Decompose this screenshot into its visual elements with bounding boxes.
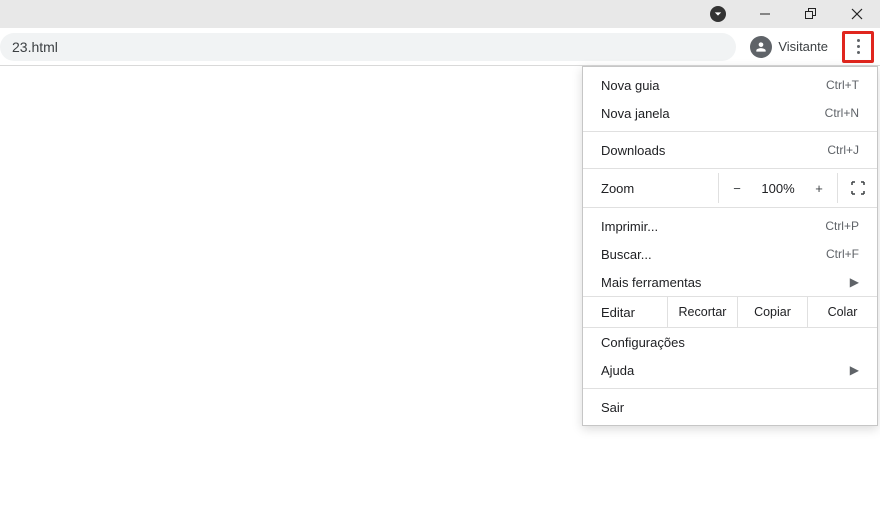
- minimize-button[interactable]: [742, 0, 788, 28]
- menu-separator: [583, 131, 877, 132]
- menu-downloads[interactable]: Downloads Ctrl+J: [583, 136, 877, 164]
- menu-item-shortcut: Ctrl+F: [826, 247, 859, 261]
- menu-exit[interactable]: Sair: [583, 393, 877, 421]
- menu-print[interactable]: Imprimir... Ctrl+P: [583, 212, 877, 240]
- media-control-button[interactable]: [704, 6, 732, 22]
- menu-item-label: Mais ferramentas: [601, 275, 701, 290]
- menu-separator: [583, 168, 877, 169]
- menu-item-label: Ajuda: [601, 363, 634, 378]
- menu-edit-row: Editar Recortar Copiar Colar: [583, 296, 877, 328]
- submenu-arrow-icon: ▶: [850, 275, 859, 289]
- fullscreen-icon: [851, 181, 865, 195]
- profile-label: Visitante: [778, 39, 828, 54]
- menu-item-label: Downloads: [601, 143, 665, 158]
- menu-item-label: Nova guia: [601, 78, 660, 93]
- zoom-label: Zoom: [601, 181, 718, 196]
- menu-item-shortcut: Ctrl+T: [826, 78, 859, 92]
- menu-new-window[interactable]: Nova janela Ctrl+N: [583, 99, 877, 127]
- menu-item-label: Imprimir...: [601, 219, 658, 234]
- cut-button[interactable]: Recortar: [667, 297, 737, 327]
- media-down-icon: [710, 6, 726, 22]
- menu-separator: [583, 207, 877, 208]
- copy-button[interactable]: Copiar: [737, 297, 807, 327]
- highlight-annotation: [842, 31, 874, 63]
- menu-item-shortcut: Ctrl+P: [825, 219, 859, 233]
- menu-item-shortcut: Ctrl+J: [827, 143, 859, 157]
- menu-item-label: Sair: [601, 400, 624, 415]
- menu-more-tools[interactable]: Mais ferramentas ▶: [583, 268, 877, 296]
- menu-settings[interactable]: Configurações: [583, 328, 877, 356]
- profile-chip[interactable]: Visitante: [746, 33, 838, 61]
- menu-find[interactable]: Buscar... Ctrl+F: [583, 240, 877, 268]
- paste-button[interactable]: Colar: [807, 297, 877, 327]
- zoom-in-button[interactable]: +: [801, 181, 837, 196]
- edit-label: Editar: [583, 297, 667, 327]
- menu-item-label: Configurações: [601, 335, 685, 350]
- avatar-icon: [750, 36, 772, 58]
- address-bar-text: 23.html: [12, 39, 58, 55]
- menu-item-shortcut: Ctrl+N: [825, 106, 859, 120]
- address-bar[interactable]: 23.html: [0, 33, 736, 61]
- menu-zoom-row: Zoom − 100% +: [583, 173, 877, 203]
- minimize-icon: [759, 8, 771, 20]
- menu-item-label: Nova janela: [601, 106, 670, 121]
- menu-help[interactable]: Ajuda ▶: [583, 356, 877, 384]
- menu-new-tab[interactable]: Nova guia Ctrl+T: [583, 71, 877, 99]
- menu-item-label: Buscar...: [601, 247, 652, 262]
- chrome-menu: Nova guia Ctrl+T Nova janela Ctrl+N Down…: [582, 66, 878, 426]
- close-icon: [851, 8, 863, 20]
- maximize-button[interactable]: [788, 0, 834, 28]
- window-titlebar: [0, 0, 880, 28]
- zoom-out-button[interactable]: −: [719, 181, 755, 196]
- close-button[interactable]: [834, 0, 880, 28]
- menu-separator: [583, 388, 877, 389]
- maximize-icon: [805, 8, 817, 20]
- zoom-value: 100%: [755, 181, 801, 196]
- fullscreen-button[interactable]: [837, 173, 877, 203]
- menu-button[interactable]: [846, 35, 870, 59]
- browser-toolbar: 23.html Visitante: [0, 28, 880, 66]
- submenu-arrow-icon: ▶: [850, 363, 859, 377]
